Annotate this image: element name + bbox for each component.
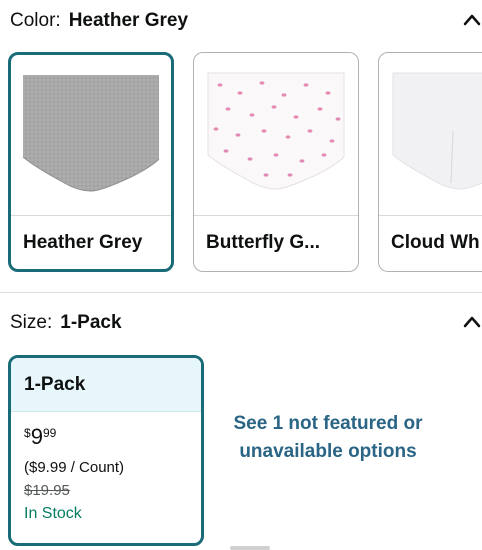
price-fraction: 99 (42, 426, 57, 440)
butterfly-sheet-image (194, 53, 358, 213)
chevron-up-icon[interactable] (462, 314, 482, 330)
size-option-details: $999 ($9.99 / Count) $19.95 In Stock (11, 412, 201, 523)
size-label: Size: 1-Pack (10, 312, 122, 334)
color-label: Color: Heather Grey (10, 10, 188, 32)
swatch-label: Butterfly G... (194, 215, 358, 271)
cloud-white-sheet-image (379, 53, 482, 213)
selected-size-name: 1-Pack (60, 312, 122, 333)
size-option-1-pack[interactable]: 1-Pack $999 ($9.99 / Count) $19.95 In St… (8, 355, 204, 546)
swatch-heather-grey[interactable]: Heather Grey (8, 52, 174, 272)
section-divider (0, 292, 482, 293)
swatch-label: Heather Grey (11, 215, 171, 269)
unit-price: ($9.99 / Count) (24, 459, 125, 476)
selected-color-name: Heather Grey (68, 10, 189, 31)
price: $999 (24, 426, 201, 451)
scroll-indicator (230, 546, 270, 550)
swatch-butterfly[interactable]: Butterfly G... (193, 52, 359, 272)
color-section-header[interactable]: Color: Heather Grey (0, 0, 482, 40)
heather-grey-sheet-image (11, 55, 171, 215)
size-section-header[interactable]: Size: 1-Pack (0, 302, 482, 342)
swatch-cloud-white[interactable]: Cloud Wh (378, 52, 482, 272)
list-price: $19.95 (24, 482, 70, 499)
chevron-up-icon[interactable] (462, 12, 482, 28)
color-swatch-list: Heather Grey Butterfly G... Cloud Wh (0, 52, 482, 274)
see-unavailable-options-link[interactable]: See 1 not featured or unavailable option… (228, 410, 428, 466)
color-label-text: Color: (10, 10, 61, 31)
size-label-text: Size: (10, 312, 53, 333)
price-currency: $ (24, 426, 31, 440)
swatch-label: Cloud Wh (379, 215, 482, 271)
size-option-title: 1-Pack (11, 358, 201, 412)
stock-status: In Stock (24, 505, 82, 522)
price-whole: 9 (30, 424, 43, 449)
